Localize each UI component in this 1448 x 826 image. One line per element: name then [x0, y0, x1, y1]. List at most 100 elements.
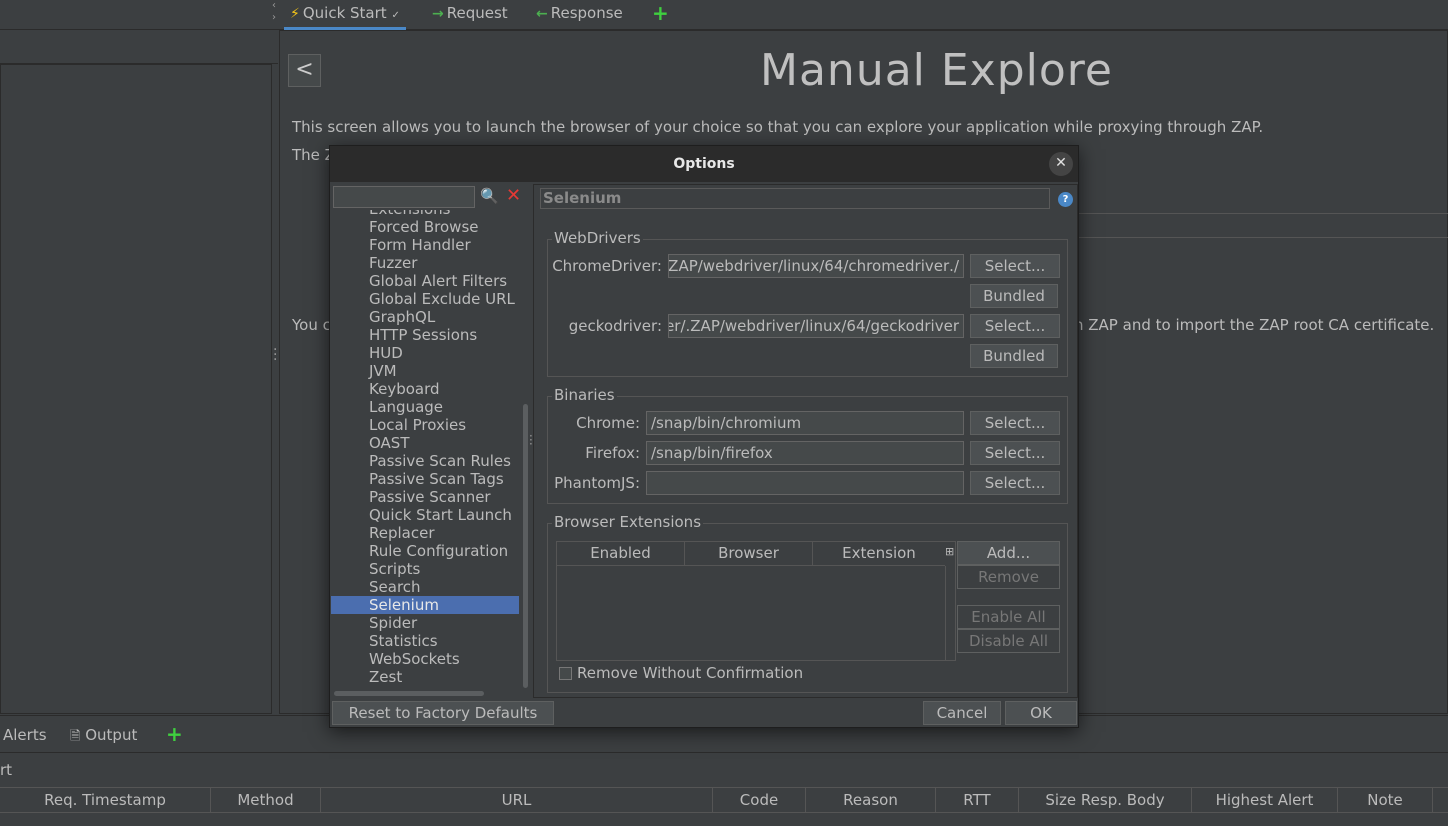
column-header[interactable]: Browser — [685, 542, 813, 566]
tree-item-replacer[interactable]: Replacer — [331, 524, 519, 542]
geckodriver-select-button[interactable]: Select... — [970, 314, 1060, 338]
browser-extensions-group: Browser Extensions Enabled Browser Exten… — [547, 513, 1068, 693]
phantomjs-binary-select-button[interactable]: Select... — [970, 471, 1060, 495]
enable-all-button[interactable]: Enable All — [957, 605, 1060, 629]
group-title: Binaries — [552, 386, 617, 404]
panel-title: Selenium — [540, 188, 1050, 209]
tree-item-rule-configuration[interactable]: Rule Configuration — [331, 542, 519, 560]
tab-scroll-arrows[interactable]: ‹ › — [272, 0, 280, 28]
tree-item-global-exclude-url[interactable]: Global Exclude URL — [331, 290, 519, 308]
tree-item-local-proxies[interactable]: Local Proxies — [331, 416, 519, 434]
clear-icon[interactable]: ✕ — [506, 185, 521, 206]
tree-item-zest[interactable]: Zest — [331, 668, 519, 686]
column-header[interactable]: RTT — [936, 788, 1019, 813]
splitter-handle[interactable]: · · · — [273, 343, 277, 367]
tree-item-form-handler[interactable]: Form Handler — [331, 236, 519, 254]
help-icon[interactable]: ? — [1058, 192, 1073, 207]
column-control-icon[interactable]: ⊞ — [945, 545, 954, 558]
chromedriver-path-field[interactable]: /.ZAP/webdriver/linux/64/chromedriver — [668, 254, 964, 278]
webdrivers-group: WebDrivers ChromeDriver: /.ZAP/webdriver… — [547, 229, 1068, 377]
ok-button[interactable]: OK — [1005, 701, 1077, 725]
firefox-binary-select-button[interactable]: Select... — [970, 441, 1060, 465]
extensions-table-scrollbar[interactable] — [945, 566, 955, 660]
tree-item-jvm[interactable]: JVM — [331, 362, 519, 380]
geckodriver-bundled-button[interactable]: Bundled — [970, 344, 1058, 368]
column-header[interactable]: Method — [211, 788, 321, 813]
document-icon: 🗎 — [70, 729, 81, 744]
column-header[interactable]: Highest Alert — [1192, 788, 1338, 813]
chromedriver-bundled-button[interactable]: Bundled — [970, 284, 1058, 308]
left-toolbar — [0, 30, 278, 64]
history-table-header: Req. Timestamp Method URL Code Reason RT… — [0, 787, 1448, 813]
arrow-right-icon: → — [432, 6, 444, 22]
chrome-binary-label: Chrome: — [576, 414, 640, 432]
column-header[interactable]: Code — [713, 788, 806, 813]
tree-vertical-scrollbar[interactable] — [523, 404, 528, 688]
cancel-button[interactable]: Cancel — [923, 701, 1001, 725]
options-search-input[interactable] — [333, 186, 475, 208]
search-icon[interactable]: 🔍 — [480, 187, 499, 205]
tab-output[interactable]: 🗎 Output — [70, 726, 137, 749]
filter-label: rt — [0, 761, 13, 779]
remove-extension-button[interactable]: Remove — [957, 565, 1060, 589]
chrome-binary-field[interactable]: /snap/bin/chromium — [646, 411, 964, 435]
add-tab-plus-icon[interactable]: + — [652, 2, 669, 24]
tree-item-passive-scanner[interactable]: Passive Scanner — [331, 488, 519, 506]
chromedriver-select-button[interactable]: Select... — [970, 254, 1060, 278]
tab-label: Output — [85, 726, 138, 744]
column-header[interactable]: URL — [321, 788, 713, 813]
tree-item-keyboard[interactable]: Keyboard — [331, 380, 519, 398]
remove-without-confirmation-checkbox[interactable] — [559, 667, 572, 680]
tab-label: Request — [446, 4, 508, 22]
options-dialog: Options ✕ 🔍 ✕ ExtensionsForced BrowseFor… — [329, 145, 1079, 728]
column-header[interactable]: Req. Timestamp — [0, 788, 211, 813]
column-header[interactable]: Enabled — [557, 542, 685, 566]
divider — [1079, 213, 1448, 214]
options-tree: ExtensionsForced BrowseForm HandlerFuzze… — [331, 210, 521, 702]
tree-item-passive-scan-tags[interactable]: Passive Scan Tags — [331, 470, 519, 488]
tree-item-search[interactable]: Search — [331, 578, 519, 596]
add-extension-button[interactable]: Add... — [957, 541, 1060, 565]
tree-item-global-alert-filters[interactable]: Global Alert Filters — [331, 272, 519, 290]
tree-item-fuzzer[interactable]: Fuzzer — [331, 254, 519, 272]
tree-item-extensions[interactable]: Extensions — [331, 210, 519, 218]
remove-without-confirmation-label[interactable]: Remove Without Confirmation — [577, 664, 803, 682]
tree-item-websockets[interactable]: WebSockets — [331, 650, 519, 668]
tree-item-hud[interactable]: HUD — [331, 344, 519, 362]
tree-item-oast[interactable]: OAST — [331, 434, 519, 452]
tab-response[interactable]: ← Response — [530, 0, 629, 30]
back-button[interactable]: < — [288, 54, 321, 87]
tree-item-spider[interactable]: Spider — [331, 614, 519, 632]
column-header[interactable]: Size Resp. Body — [1019, 788, 1192, 813]
group-title: WebDrivers — [552, 229, 643, 247]
tree-item-scripts[interactable]: Scripts — [331, 560, 519, 578]
disable-all-button[interactable]: Disable All — [957, 629, 1060, 653]
reset-to-factory-defaults-button[interactable]: Reset to Factory Defaults — [332, 701, 554, 725]
tree-horizontal-scrollbar[interactable] — [334, 691, 484, 696]
tree-item-statistics[interactable]: Statistics — [331, 632, 519, 650]
extensions-table: Enabled Browser Extension ⊞ — [556, 541, 956, 661]
tab-request[interactable]: → Request — [426, 0, 514, 30]
chrome-binary-select-button[interactable]: Select... — [970, 411, 1060, 435]
tree-item-graphql[interactable]: GraphQL — [331, 308, 519, 326]
firefox-binary-field[interactable]: /snap/bin/firefox — [646, 441, 964, 465]
geckodriver-path-field[interactable]: er/.ZAP/webdriver/linux/64/geckodriver — [668, 314, 964, 338]
tree-item-language[interactable]: Language — [331, 398, 519, 416]
column-header[interactable]: Note — [1338, 788, 1433, 813]
column-header[interactable]: Extension — [813, 542, 945, 566]
geckodriver-label: geckodriver: — [568, 317, 662, 335]
tree-item-forced-browse[interactable]: Forced Browse — [331, 218, 519, 236]
close-icon[interactable]: ✕ — [1049, 152, 1073, 176]
tree-item-passive-scan-rules[interactable]: Passive Scan Rules — [331, 452, 519, 470]
column-header[interactable]: Reason — [806, 788, 936, 813]
lightning-icon: ⚡ — [290, 6, 300, 22]
phantomjs-binary-field[interactable] — [646, 471, 964, 495]
tab-quick-start[interactable]: ⚡ Quick Start ✓ — [284, 0, 406, 30]
divider — [1079, 237, 1448, 238]
chromedriver-label: ChromeDriver: — [552, 257, 662, 275]
tab-alerts[interactable]: Alerts — [3, 726, 47, 744]
tree-item-quick-start-launch[interactable]: Quick Start Launch — [331, 506, 519, 524]
add-tab-plus-icon[interactable]: + — [166, 722, 183, 746]
tree-item-selenium[interactable]: Selenium — [331, 596, 519, 614]
tree-item-http-sessions[interactable]: HTTP Sessions — [331, 326, 519, 344]
